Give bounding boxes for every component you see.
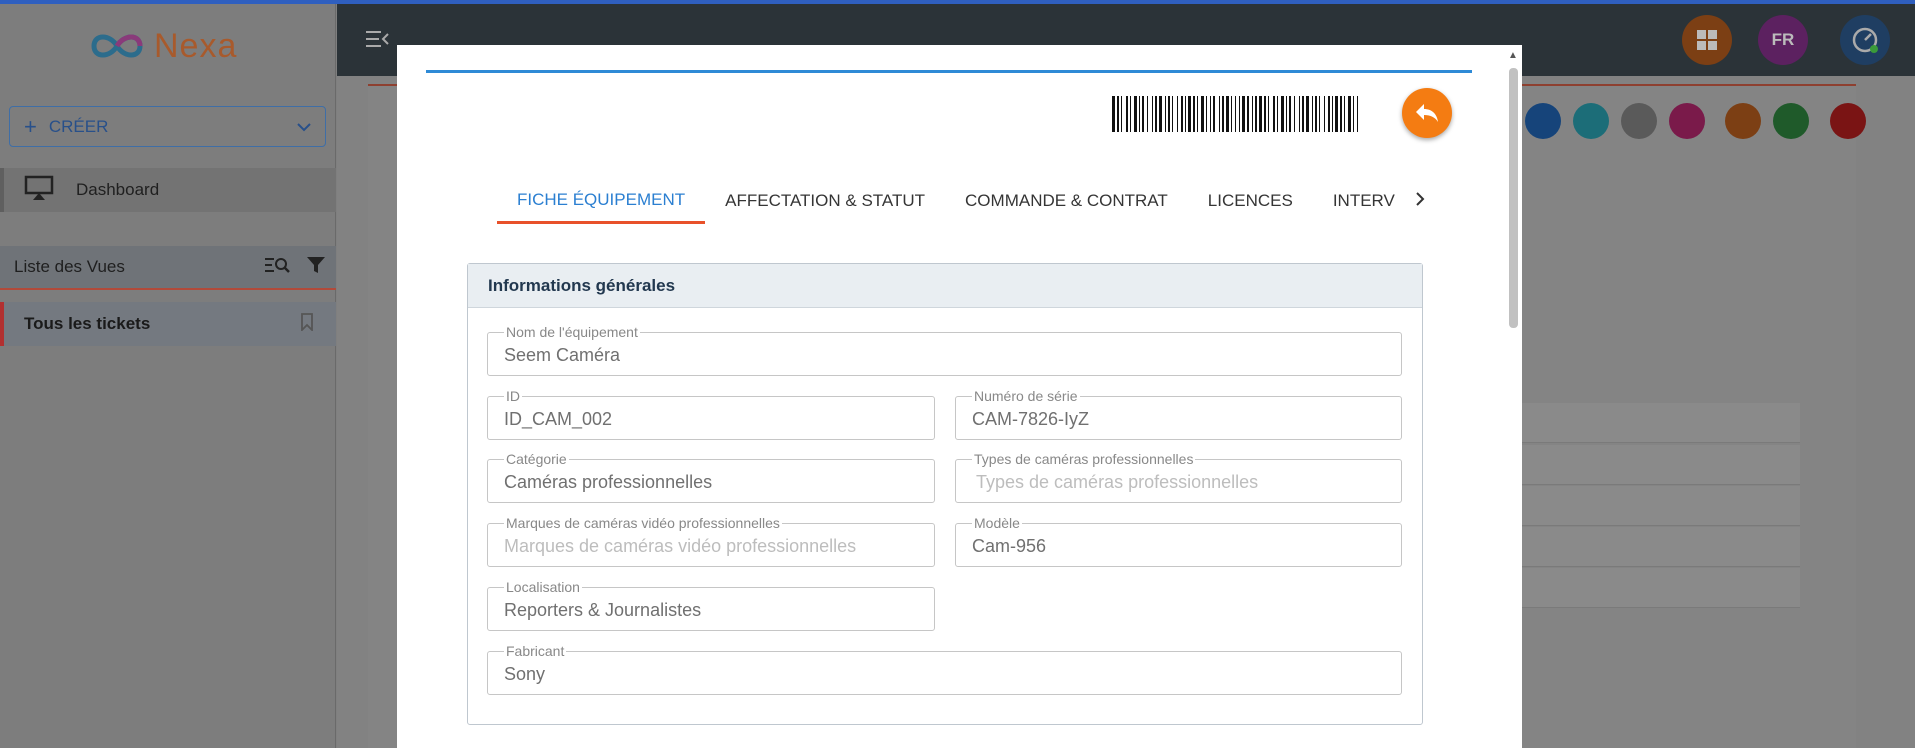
tab-licences[interactable]: LICENCES [1188,178,1313,224]
camera-types-field[interactable]: Types de caméras professionnelles Types … [955,451,1402,503]
bookmark-icon[interactable] [300,312,314,336]
category-field[interactable]: Catégorie Caméras professionnelles [487,451,935,503]
scroll-up-icon[interactable]: ▲ [1508,50,1518,61]
infinity-logo-icon [91,34,143,58]
field-label: Types de caméras professionnelles [972,451,1196,467]
print-icon[interactable] [1621,103,1657,139]
field-value: Reporters & Journalistes [504,600,702,620]
chevron-down-icon [297,117,311,137]
modal-scrollbar[interactable]: ▲ [1506,50,1520,748]
save-icon[interactable] [1773,103,1809,139]
field-value: Cam-956 [972,536,1047,556]
field-label: Catégorie [504,451,569,467]
dashboard-label: Dashboard [76,180,160,199]
close-icon[interactable] [1830,103,1866,139]
field-value: Caméras professionnelles [504,472,713,492]
manufacturer-field[interactable]: Fabricant Sony [487,643,1402,695]
apps-grid-icon [1697,30,1717,50]
section-title: Informations générales [468,264,1422,308]
logo[interactable]: Nexa [88,24,237,68]
contact-icon[interactable] [1669,103,1705,139]
field-label: Numéro de série [972,388,1080,404]
tab-commande-contrat[interactable]: COMMANDE & CONTRAT [945,178,1188,224]
camera-brands-field[interactable]: Marques de caméras vidéo professionnelle… [487,515,935,567]
field-value: ID_CAM_002 [504,409,613,429]
sidebar: Nexa + CRÉER Dashboard Liste des Vues To… [0,4,336,748]
view-item-all-tickets[interactable]: Tous les tickets [0,302,336,346]
field-value: Sony [504,664,546,684]
field-placeholder: Marques de caméras vidéo professionnelle… [504,536,857,556]
menu-collapse-icon[interactable] [365,29,389,54]
field-label: Fabricant [504,643,567,659]
field-label: Modèle [972,515,1022,531]
refresh-icon[interactable] [1725,103,1761,139]
field-value: CAM-7826-IyZ [972,409,1090,429]
brand-name: Nexa [154,26,238,65]
field-label: Nom de l'équipement [504,324,640,340]
language-label: FR [1771,30,1795,49]
modal-tabs: FICHE ÉQUIPEMENT AFFECTATION & STATUT CO… [497,178,1417,224]
search-list-icon[interactable] [264,256,290,279]
create-button[interactable]: + CRÉER [9,106,326,147]
dashboard-gauge-button[interactable] [1840,15,1890,65]
tab-affectation-statut[interactable]: AFFECTATION & STATUT [705,178,945,224]
monitor-icon [24,175,54,206]
field-placeholder: Types de caméras professionnelles [976,472,1259,492]
views-title: Liste des Vues [14,257,125,276]
chevron-right-icon[interactable] [1415,190,1425,211]
views-list-header: Liste des Vues [0,246,336,290]
id-field[interactable]: ID ID_CAM_002 [487,388,935,440]
apps-button[interactable] [1682,15,1732,65]
view-item-label: Tous les tickets [24,314,151,333]
field-value: Seem Caméra [504,345,621,365]
tab-fiche-equipement[interactable]: FICHE ÉQUIPEMENT [497,178,706,224]
tab-interventions[interactable]: INTERV [1313,178,1415,224]
back-button[interactable] [1402,88,1452,138]
gauge-icon [1852,27,1878,53]
location-field[interactable]: Localisation Reporters & Journalistes [487,579,935,631]
model-field[interactable]: Modèle Cam-956 [955,515,1402,567]
create-label: CRÉER [48,116,109,136]
top-accent-line [0,0,1915,4]
filter-icon[interactable] [306,255,326,280]
field-label: Localisation [504,579,582,595]
field-label: ID [504,388,522,404]
email-icon[interactable] [1525,103,1561,139]
serial-number-field[interactable]: Numéro de série CAM-7826-IyZ [955,388,1402,440]
sidebar-item-dashboard[interactable]: Dashboard [0,168,336,212]
equipment-name-field[interactable]: Nom de l'équipement Seem Caméra [487,324,1402,376]
plus-icon: + [24,113,37,139]
scrollbar-thumb[interactable] [1509,68,1518,328]
reply-arrow-icon [1416,104,1438,122]
field-label: Marques de caméras vidéo professionnelle… [504,515,782,531]
language-button[interactable]: FR [1758,15,1808,65]
navigate-icon[interactable] [1573,103,1609,139]
barcode-icon [1112,96,1358,132]
